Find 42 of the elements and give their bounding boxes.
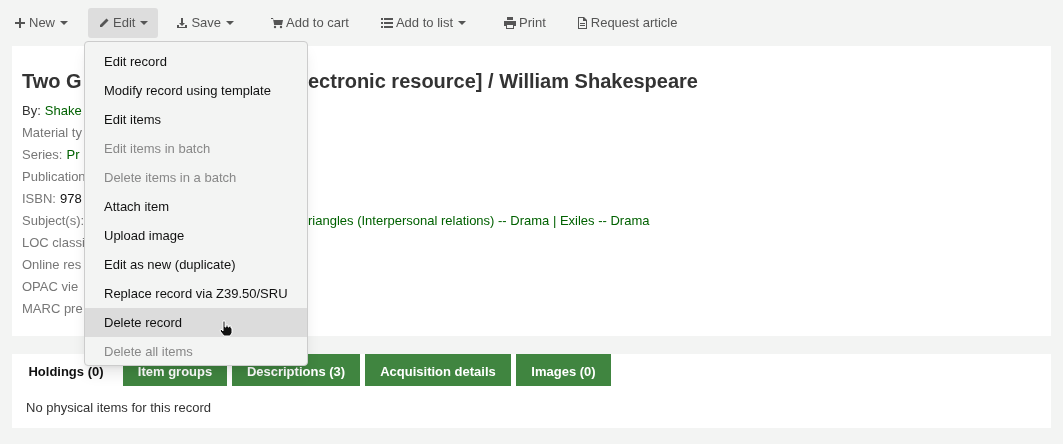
menu-item[interactable]: Upload image xyxy=(85,221,307,250)
field-link[interactable]: Pr xyxy=(66,145,80,165)
toolbar-button[interactable]: New xyxy=(4,8,78,38)
field-label: ISBN: xyxy=(22,190,56,209)
field-label: Series: xyxy=(22,146,63,165)
field-label: Online res xyxy=(22,256,82,275)
field-label: Publication xyxy=(22,168,86,187)
list-icon xyxy=(380,17,393,29)
printer-icon xyxy=(504,17,517,29)
record-title: Two G xyxy=(22,70,82,92)
field-label: By: xyxy=(22,102,41,121)
menu-item[interactable]: Edit record xyxy=(85,47,307,76)
field-label: LOC classi xyxy=(22,234,85,253)
toolbar-button[interactable]: Add to cart xyxy=(261,8,359,38)
empty-holdings-message: No physical items for this record xyxy=(25,399,212,417)
cart-icon xyxy=(271,17,284,29)
record-title: ectronic resource] / William Shakespeare xyxy=(308,69,698,94)
field-label: MARC pre xyxy=(22,300,83,319)
toolbar-button[interactable]: Request article xyxy=(565,8,688,38)
tab[interactable]: Images (0) xyxy=(516,354,611,386)
menu-item[interactable]: Attach item xyxy=(85,192,307,221)
pointer-cursor-icon xyxy=(219,320,233,337)
toolbar-button[interactable]: Save xyxy=(166,8,245,38)
tab[interactable]: Acquisition details xyxy=(365,354,511,386)
plus-icon xyxy=(14,17,26,29)
field-label: Subject(s): xyxy=(22,212,85,231)
pencil-icon xyxy=(98,17,110,29)
menu-item[interactable]: Edit items xyxy=(85,105,307,134)
menu-item[interactable]: Delete record xyxy=(85,308,307,337)
menu-item[interactable]: Edit as new (duplicate) xyxy=(85,250,307,279)
download-icon xyxy=(176,17,189,29)
field-link[interactable]: Shake xyxy=(44,101,82,121)
menu-item[interactable]: Replace record via Z39.50/SRU xyxy=(85,279,307,308)
field-value: 978 xyxy=(59,190,82,209)
document-icon xyxy=(575,17,588,29)
toolbar-button[interactable]: Add to list xyxy=(370,8,477,38)
field-label: Material ty xyxy=(22,124,82,143)
menu-item[interactable]: Modify record using template xyxy=(85,76,307,105)
field-label: OPAC vie xyxy=(22,278,79,297)
toolbar-button[interactable]: Edit xyxy=(88,8,159,38)
toolbar-button[interactable]: Print xyxy=(494,8,556,38)
subject-links[interactable]: riangles (Interpersonal relations) -- Drama | Exiles -- Drama xyxy=(308,211,650,231)
